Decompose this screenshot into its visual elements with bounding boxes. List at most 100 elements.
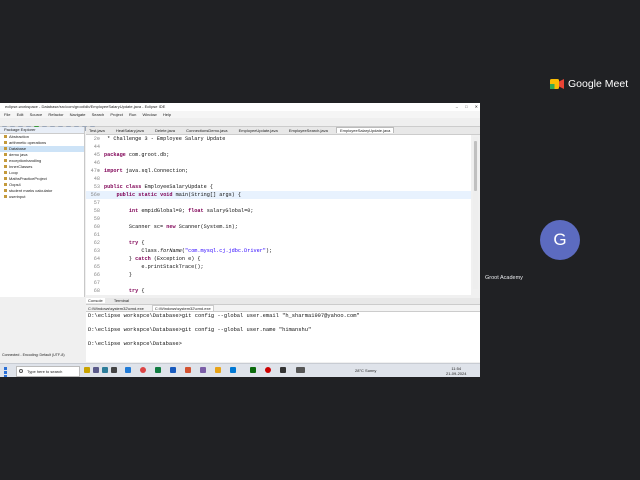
code-line[interactable]: 66 }: [86, 271, 471, 279]
app-icon[interactable]: [296, 367, 305, 373]
code-line[interactable]: 67: [86, 279, 471, 287]
maximize-button[interactable]: □: [465, 104, 467, 109]
google-meet-logo: Google Meet: [548, 76, 638, 92]
line-number: 66: [93, 272, 100, 278]
code-line[interactable]: 61: [86, 231, 471, 239]
line-number: 53: [93, 184, 100, 190]
project-folder-icon: [4, 141, 7, 144]
menu-refactor[interactable]: Refactor: [48, 112, 63, 117]
project-folder-icon: [4, 135, 7, 138]
code-line[interactable]: 68 try {: [86, 287, 471, 295]
project-item[interactable]: userinput: [0, 194, 84, 200]
code-line[interactable]: 44: [86, 143, 471, 151]
participant-name: Groot Academy: [485, 275, 523, 281]
menu-search[interactable]: Search: [92, 112, 105, 117]
taskbar-search-placeholder: Type here to search: [27, 369, 63, 374]
code-line[interactable]: 48: [86, 175, 471, 183]
code-editor[interactable]: 2⊖ * Challenge 3 - Employee Salary Updat…: [86, 135, 471, 295]
tab-console[interactable]: Console: [86, 298, 105, 303]
code-line[interactable]: 46: [86, 159, 471, 167]
code-line[interactable]: 45 package com.groot.db;: [86, 151, 471, 159]
recorder-icon[interactable]: [265, 367, 271, 373]
excel-icon[interactable]: [155, 367, 161, 373]
mail-icon[interactable]: [230, 367, 236, 373]
menu-edit[interactable]: Edit: [17, 112, 24, 117]
file-explorer-icon[interactable]: [84, 367, 90, 373]
minimize-button[interactable]: –: [456, 104, 458, 109]
teams-icon[interactable]: [200, 367, 206, 373]
editor-tab[interactable]: Test.java: [86, 128, 108, 133]
code-line[interactable]: 56⊖ public static void main(String[] arg…: [86, 191, 471, 199]
terminal-session-tab[interactable]: C:\Windows\system32\cmd.exe: [86, 306, 146, 311]
terminal-session-tab-active[interactable]: C:\Windows\system32\cmd.exe: [151, 305, 214, 311]
code-text: package com.groot.db;: [104, 152, 170, 158]
code-line[interactable]: 60 Scanner sc= new Scanner(System.in);: [86, 223, 471, 231]
line-number: 56⊖: [90, 192, 100, 198]
code-line[interactable]: 62 try {: [86, 239, 471, 247]
package-explorer-header: Package Explorer: [0, 127, 84, 134]
terminal-line: D:\eclipse workspce\Database>git config …: [88, 313, 360, 319]
menu-navigate[interactable]: Navigate: [70, 112, 86, 117]
editor-tab[interactable]: EmployeeSearch.java: [286, 128, 331, 133]
terminal-icon[interactable]: [111, 367, 117, 373]
tab-terminal[interactable]: Terminal: [112, 298, 131, 303]
editor-tab[interactable]: HeatSalary.java: [113, 128, 147, 133]
code-line[interactable]: 65 e.printStackTrace();: [86, 263, 471, 271]
app-icon[interactable]: [125, 367, 131, 373]
project-folder-icon: [4, 147, 7, 150]
menu-run[interactable]: Run: [129, 112, 136, 117]
code-text: } catch (Exception e) {: [104, 256, 201, 262]
weather-widget[interactable]: 28°C Sunny: [355, 368, 376, 373]
code-line[interactable]: 53 public class EmployeeSalaryUpdate {: [86, 183, 471, 191]
editor-tab[interactable]: ConnectionsDemo.java: [183, 128, 230, 133]
code-line[interactable]: 47⊕ import java.sql.Connection;: [86, 167, 471, 175]
code-text: * Challenge 3 - Employee Salary Update: [104, 136, 226, 142]
terminal-output[interactable]: D:\eclipse workspce\Database>git config …: [86, 312, 480, 362]
line-number: 65: [93, 264, 100, 270]
word-icon[interactable]: [170, 367, 176, 373]
taskbar-search-box[interactable]: Type here to search: [16, 366, 80, 377]
app-icon[interactable]: [280, 367, 286, 373]
code-text: public static void main(String[] args) {: [116, 192, 242, 198]
code-text: try {: [128, 288, 145, 294]
app-icon[interactable]: [250, 367, 256, 373]
code-line[interactable]: 2⊖ * Challenge 3 - Employee Salary Updat…: [86, 135, 471, 143]
editor-tab[interactable]: Delete.java: [152, 128, 178, 133]
scrollbar-thumb[interactable]: [474, 141, 477, 191]
code-text: e.printStackTrace();: [104, 264, 204, 270]
code-line[interactable]: 59: [86, 215, 471, 223]
powerpoint-icon[interactable]: [185, 367, 191, 373]
code-text: Class.forName("com.mysql.cj.jdbc.Driver"…: [104, 248, 273, 254]
close-button[interactable]: ✕: [475, 104, 478, 109]
terminal-session-tabs: C:\Windows\system32\cmd.exe C:\Windows\s…: [86, 305, 480, 312]
editor-tab[interactable]: EmployeeUpdate.java: [236, 128, 281, 133]
line-number: 64: [93, 256, 100, 262]
chrome-icon[interactable]: [140, 367, 146, 373]
menu-window[interactable]: Window: [142, 112, 156, 117]
console-view-tabs: Console Terminal: [86, 298, 480, 305]
code-line[interactable]: 57: [86, 199, 471, 207]
editor-tab-active[interactable]: EmployeeSalaryUpdate.java: [335, 127, 395, 133]
line-number: 59: [93, 216, 100, 222]
editor-scrollbar[interactable]: [473, 137, 478, 289]
eclipse-icon[interactable]: [93, 367, 99, 373]
project-folder-icon: [4, 183, 7, 186]
code-line[interactable]: 58 int empidGlobal=0; float salaryGlobal…: [86, 207, 471, 215]
folder-icon[interactable]: [215, 367, 221, 373]
windows-start-icon[interactable]: [4, 367, 11, 377]
line-number: 2⊖: [93, 136, 100, 142]
code-line[interactable]: 63 Class.forName("com.mysql.cj.jdbc.Driv…: [86, 247, 471, 255]
windows-taskbar: Type here to search 28°C Sunny 11:54 21-…: [0, 363, 480, 377]
menu-source[interactable]: Source: [30, 112, 43, 117]
edge-icon[interactable]: [102, 367, 108, 373]
code-line[interactable]: 64 } catch (Exception e) {: [86, 255, 471, 263]
project-folder-icon: [4, 171, 7, 174]
menu-file[interactable]: File: [4, 112, 10, 117]
menu-project[interactable]: Project: [110, 112, 122, 117]
menu-help[interactable]: Help: [163, 112, 171, 117]
system-clock[interactable]: 11:54 21-09-2024: [446, 366, 466, 376]
search-icon: [19, 369, 23, 373]
participant-avatar[interactable]: G: [540, 220, 580, 260]
status-bar: Connected - Encoding: Default (UTF-8): [2, 353, 65, 357]
line-number: 68: [93, 288, 100, 294]
